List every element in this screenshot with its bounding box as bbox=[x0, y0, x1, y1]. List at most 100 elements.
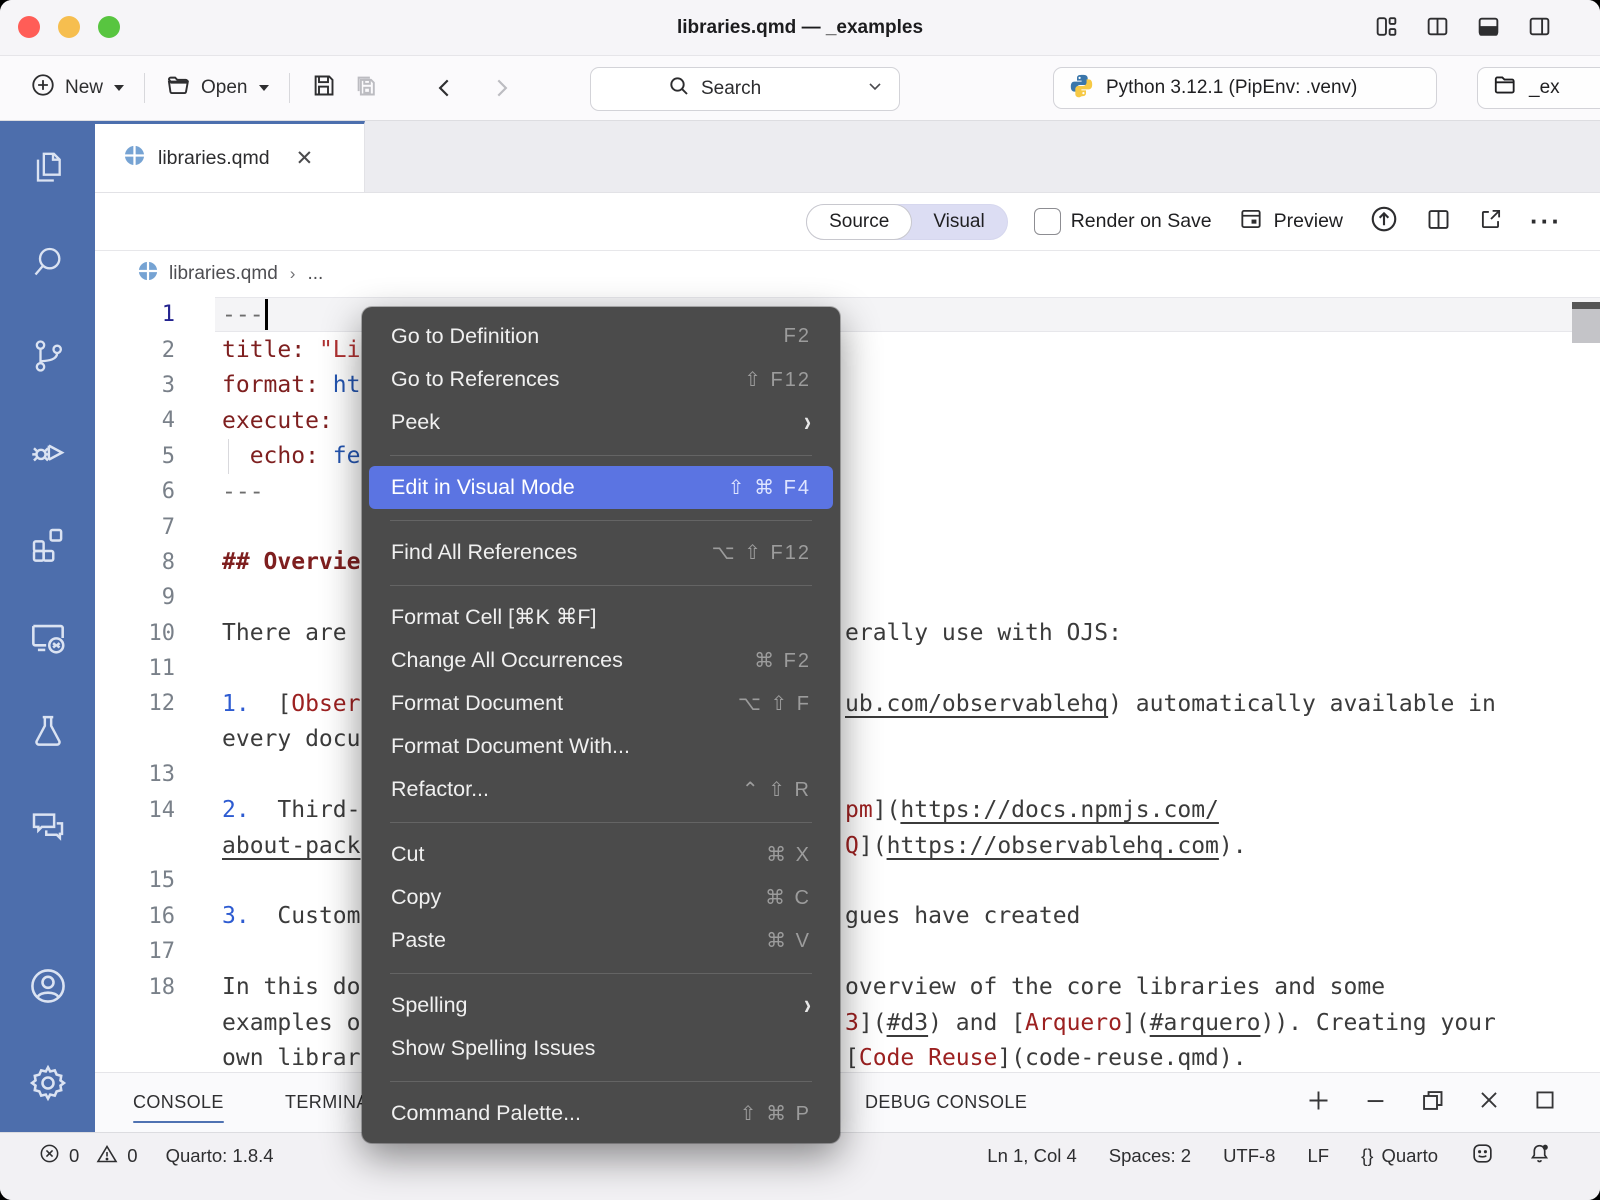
toggle-panel-icon[interactable] bbox=[1476, 14, 1501, 39]
code-row[interactable]: 3format: ht bbox=[95, 368, 1600, 403]
extensions-icon[interactable] bbox=[0, 497, 95, 591]
quarto-version-status[interactable]: Quarto: 1.8.4 bbox=[166, 1145, 274, 1167]
notifications-bell-icon[interactable] bbox=[1527, 1141, 1552, 1171]
interpreter-selector[interactable]: Python 3.12.1 (PipEnv: .venv) bbox=[1053, 67, 1437, 109]
code-editor[interactable]: 1---2title: "Li3format: ht4execute:5 ech… bbox=[95, 297, 1600, 1073]
breadcrumb-more[interactable]: ... bbox=[307, 263, 323, 285]
code-row[interactable]: 142. Third-pm](https://docs.npmjs.com/ bbox=[95, 792, 1600, 827]
encoding-status[interactable]: UTF-8 bbox=[1223, 1145, 1275, 1167]
preview-button[interactable]: Preview bbox=[1238, 206, 1343, 238]
run-and-debug-icon[interactable] bbox=[0, 403, 95, 497]
menu-item-spelling[interactable]: Spelling› bbox=[369, 984, 833, 1027]
tab-close-icon[interactable]: ✕ bbox=[296, 146, 314, 171]
menu-item-go-to-references[interactable]: Go to References⇧ F12 bbox=[369, 358, 833, 401]
open-in-new-window-icon[interactable] bbox=[1478, 206, 1504, 237]
console-sessions-icon[interactable] bbox=[0, 591, 95, 685]
code-row[interactable]: about-packQ](https://observablehq.com). bbox=[95, 828, 1600, 863]
back-button[interactable] bbox=[424, 69, 466, 107]
panel-close-icon[interactable] bbox=[1476, 1087, 1502, 1118]
code-row[interactable]: 121. [Obserub.com/observablehq) automati… bbox=[95, 686, 1600, 721]
code-token: https://docs.npmjs.com/ bbox=[900, 797, 1219, 823]
menu-item-change-all-occurrences[interactable]: Change All Occurrences⌘ F2 bbox=[369, 639, 833, 682]
toggle-secondary-sidebar-icon[interactable] bbox=[1527, 14, 1552, 39]
code-row[interactable]: 163. Customgues have created bbox=[95, 899, 1600, 934]
code-row[interactable]: own librar[Code Reuse](code-reuse.qmd). bbox=[95, 1040, 1600, 1073]
code-row[interactable]: 11 bbox=[95, 651, 1600, 686]
menu-item-paste[interactable]: Paste⌘ V bbox=[369, 919, 833, 962]
render-document-icon[interactable] bbox=[1369, 204, 1399, 239]
code-fragment-right: gues have created bbox=[845, 899, 1080, 934]
menu-item-copy[interactable]: Copy⌘ C bbox=[369, 876, 833, 919]
feedback-smiley-icon[interactable] bbox=[1470, 1141, 1495, 1171]
panel-tab-console[interactable]: CONSOLE bbox=[133, 1073, 224, 1132]
new-button[interactable]: New bbox=[22, 66, 132, 110]
menu-item-refactor[interactable]: Refactor...⌃ ⇧ R bbox=[369, 768, 833, 811]
panel-maximize-icon[interactable] bbox=[1532, 1087, 1558, 1118]
forward-button[interactable] bbox=[480, 69, 522, 107]
explorer-icon[interactable] bbox=[0, 121, 95, 215]
tab-libraries-qmd[interactable]: libraries.qmd ✕ bbox=[95, 121, 365, 192]
source-control-icon[interactable] bbox=[0, 309, 95, 403]
search-sidebar-icon[interactable] bbox=[0, 215, 95, 309]
menu-item-format-document-with[interactable]: Format Document With... bbox=[369, 725, 833, 768]
code-row[interactable]: 15 bbox=[95, 863, 1600, 898]
panel-add-icon[interactable] bbox=[1305, 1087, 1332, 1119]
account-icon[interactable] bbox=[0, 939, 95, 1033]
code-row[interactable]: 2title: "Li bbox=[95, 332, 1600, 367]
indentation-status[interactable]: Spaces: 2 bbox=[1109, 1145, 1191, 1167]
save-all-button[interactable] bbox=[345, 66, 388, 111]
breadcrumb-file[interactable]: libraries.qmd bbox=[169, 263, 278, 285]
code-token: every docu bbox=[222, 726, 360, 752]
scrollbar-thumb[interactable] bbox=[1572, 309, 1600, 343]
visual-mode-button[interactable]: Visual bbox=[911, 205, 1006, 239]
source-mode-button[interactable]: Source bbox=[806, 204, 912, 240]
panel-tab-debug-console[interactable]: DEBUG CONSOLE bbox=[865, 1073, 1027, 1132]
problems-indicator[interactable]: 0 0 bbox=[38, 1142, 138, 1171]
menu-item-command-palette[interactable]: Command Palette...⇧ ⌘ P bbox=[369, 1092, 833, 1135]
save-button[interactable] bbox=[302, 66, 345, 111]
code-row[interactable]: 10There are erally use with OJS: bbox=[95, 616, 1600, 651]
code-row[interactable]: 13 bbox=[95, 757, 1600, 792]
menu-item-label: Go to Definition bbox=[391, 324, 784, 349]
testing-icon[interactable] bbox=[0, 685, 95, 779]
split-editor-layout-icon[interactable] bbox=[1425, 14, 1450, 39]
code-row[interactable]: examples o3](#d3) and [Arquero](#arquero… bbox=[95, 1005, 1600, 1040]
code-fragment-right: overview of the core libraries and some bbox=[845, 969, 1385, 1004]
search-input[interactable]: Search bbox=[590, 67, 900, 111]
code-row[interactable]: 8## Overvie bbox=[95, 545, 1600, 580]
language-mode-status[interactable]: {} Quarto bbox=[1361, 1145, 1438, 1167]
editor-scrollbar[interactable] bbox=[1572, 297, 1600, 417]
menu-item-format-document[interactable]: Format Document⌥ ⇧ F bbox=[369, 682, 833, 725]
menu-item-cut[interactable]: Cut⌘ X bbox=[369, 833, 833, 876]
code-token: overview of the core libraries and some bbox=[845, 974, 1385, 1000]
menu-item-show-spelling-issues[interactable]: Show Spelling Issues bbox=[369, 1027, 833, 1070]
settings-gear-icon[interactable] bbox=[0, 1033, 95, 1133]
customize-layout-icon[interactable] bbox=[1374, 14, 1399, 39]
more-actions-button[interactable]: ··· bbox=[1530, 206, 1562, 237]
menu-item-peek[interactable]: Peek› bbox=[369, 401, 833, 444]
menu-item-format-cell-k-f[interactable]: Format Cell [⌘K ⌘F] bbox=[369, 596, 833, 639]
eol-status[interactable]: LF bbox=[1307, 1145, 1329, 1167]
menu-item-go-to-definition[interactable]: Go to DefinitionF2 bbox=[369, 315, 833, 358]
activity-bar bbox=[0, 121, 95, 1133]
split-editor-icon[interactable] bbox=[1425, 206, 1452, 238]
workspace-selector[interactable]: _ex bbox=[1477, 67, 1600, 109]
code-row[interactable]: 9 bbox=[95, 580, 1600, 615]
code-row[interactable]: 1--- bbox=[95, 297, 1600, 332]
code-row[interactable]: 7 bbox=[95, 509, 1600, 544]
open-button[interactable]: Open bbox=[157, 66, 276, 111]
code-row[interactable]: every docu bbox=[95, 722, 1600, 757]
code-row[interactable]: 5 echo: fe bbox=[95, 439, 1600, 474]
panel-minimize-icon[interactable] bbox=[1362, 1087, 1389, 1119]
code-row[interactable]: 4execute: bbox=[95, 403, 1600, 438]
comments-icon[interactable] bbox=[0, 779, 95, 873]
cursor-position-status[interactable]: Ln 1, Col 4 bbox=[987, 1145, 1076, 1167]
menu-item-find-all-references[interactable]: Find All References⌥ ⇧ F12 bbox=[369, 531, 833, 574]
code-row[interactable]: 6--- bbox=[95, 474, 1600, 509]
search-dropdown-chevron-icon[interactable] bbox=[865, 76, 885, 102]
code-row[interactable]: 17 bbox=[95, 934, 1600, 969]
panel-restore-icon[interactable] bbox=[1419, 1087, 1446, 1119]
code-row[interactable]: 18In this dooverview of the core librari… bbox=[95, 969, 1600, 1004]
menu-item-edit-in-visual-mode[interactable]: Edit in Visual Mode⇧ ⌘ F4 bbox=[369, 466, 833, 509]
render-on-save-checkbox[interactable] bbox=[1034, 208, 1061, 235]
